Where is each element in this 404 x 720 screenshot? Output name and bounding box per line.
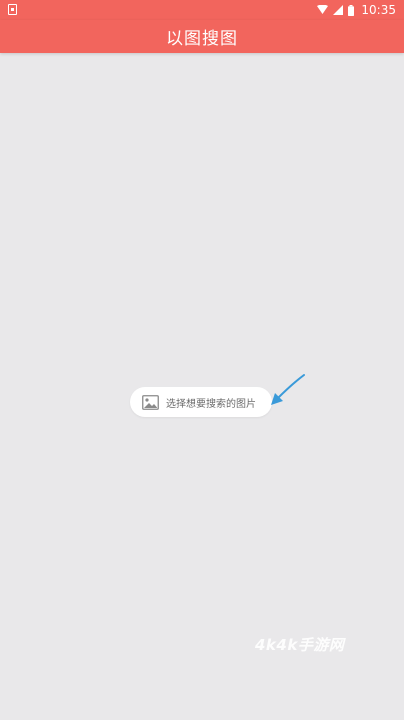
image-icon xyxy=(142,394,159,410)
status-icons: 10:35 xyxy=(317,2,396,18)
watermark: 4k4k手游网 xyxy=(255,636,345,654)
app-bar: 以图搜图 xyxy=(0,20,404,53)
status-bar: 10:35 xyxy=(0,0,404,20)
notification-icon xyxy=(8,4,17,15)
pointer-arrow-icon xyxy=(271,374,305,405)
wifi-icon xyxy=(317,5,329,15)
page-title: 以图搜图 xyxy=(166,29,238,49)
clock-time: 10:35 xyxy=(361,3,396,17)
signal-icon xyxy=(333,5,344,15)
select-image-button[interactable]: 选择想要搜索的图片 xyxy=(130,387,272,417)
battery-icon xyxy=(348,4,355,16)
select-image-label: 选择想要搜索的图片 xyxy=(166,398,256,410)
